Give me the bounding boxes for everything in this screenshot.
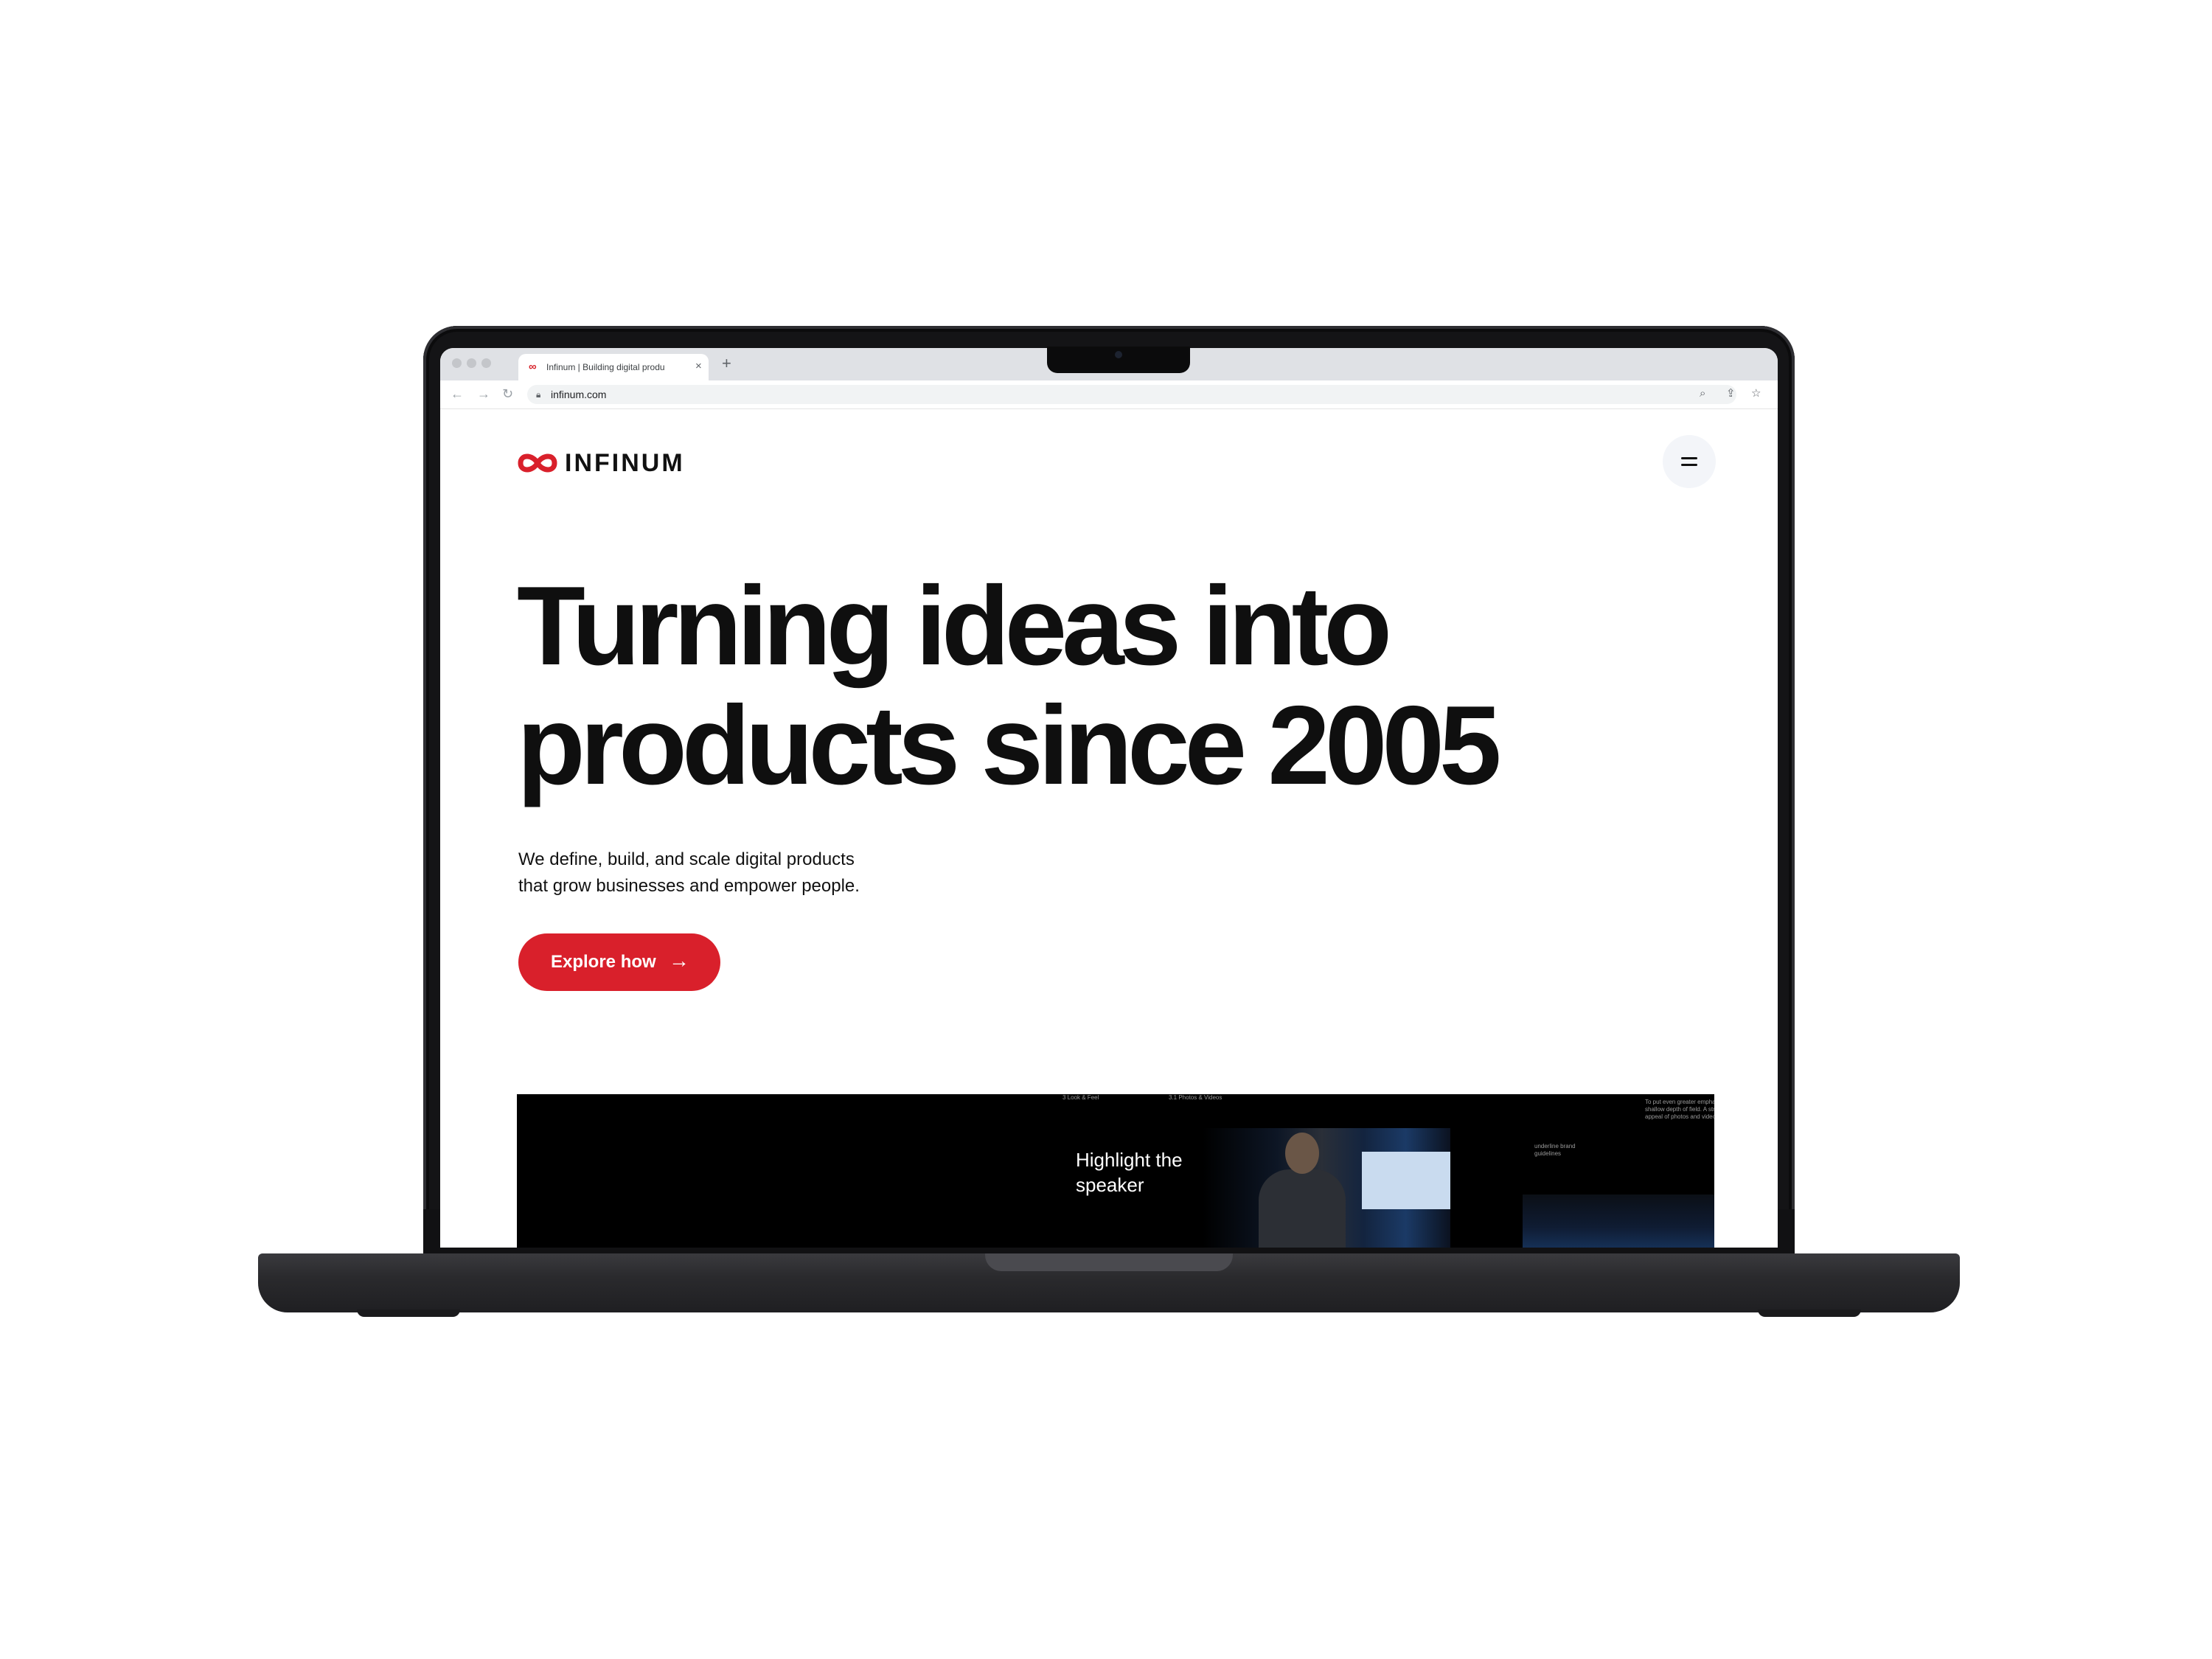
hero-subtitle-line-1: We define, build, and scale digital prod… [518,849,855,869]
reload-icon[interactable]: ↻ [502,386,513,401]
hero-title: Turning ideas into products since 2005 [517,566,1697,805]
logo-wordmark: INFINUM [565,449,685,477]
tab-close-icon[interactable]: × [695,360,702,373]
brand-note-2: guidelines [1534,1150,1562,1157]
infinity-logo-icon [518,453,557,473]
zoom-icon[interactable]: ⌕ [1700,386,1705,401]
browser-address-bar: ← → ↻ 🔒︎ infinum.com ⌕ ⇪ ☆ [440,380,1778,409]
url-text: infinum.com [551,389,607,400]
showcase-corner-note-2: shallow depth of field. A stronger [1645,1106,1714,1113]
explore-how-label: Explore how [551,952,656,972]
explore-how-button[interactable]: Explore how → [518,933,720,991]
laptop-opening-notch [985,1253,1233,1271]
showcase-label-look-feel: 3 Look & Feel [1062,1094,1099,1101]
arrow-right-icon: → [669,949,689,972]
camera-icon [1115,351,1122,358]
laptop-screen: ∞ Infinum | Building digital produ × + ←… [440,348,1778,1248]
brand-image-strip [1523,1194,1714,1248]
window-minimize-dot[interactable] [467,358,476,368]
laptop-foot-right [1758,1310,1861,1317]
infinum-favicon-icon: ∞ [529,361,537,373]
laptop-foot-left [357,1310,460,1317]
showcase-corner-note-3: appeal of photos and videos. [1645,1113,1714,1120]
share-icon[interactable]: ⇪ [1726,386,1736,401]
bookmark-star-icon[interactable]: ☆ [1751,386,1761,401]
presentation-screen [1362,1152,1450,1209]
tab-title: Infinum | Building digital produ [546,362,665,372]
hero-title-line-1: Turning ideas into [517,563,1392,689]
window-maximize-dot[interactable] [481,358,491,368]
speaker-figure [1259,1169,1346,1248]
forward-arrow-icon[interactable]: → [477,386,490,401]
showcase-label-photos-videos: 3.1 Photos & Videos [1169,1094,1222,1101]
hamburger-menu-icon [1681,457,1697,459]
browser-tab[interactable]: ∞ Infinum | Building digital produ × [518,354,709,380]
hero-subtitle: We define, build, and scale digital prod… [518,846,931,900]
showcase-corner-note-1: To put even greater emphasis on [1645,1099,1714,1105]
showcase-section: 3 Look & Feel 3.1 Photos & Videos To put… [517,1094,1714,1248]
brand-note-1: underline brand [1534,1143,1576,1150]
speaker-photo [1203,1128,1450,1248]
url-field[interactable]: 🔒︎ infinum.com [527,385,1736,404]
hero-title-line-2: products since 2005 [517,683,1502,808]
speaker-head [1285,1133,1319,1174]
window-close-dot[interactable] [452,358,462,368]
hero-subtitle-line-2: that grow businesses and empower people. [518,876,860,896]
back-arrow-icon[interactable]: ← [451,386,464,401]
new-tab-icon[interactable]: + [722,355,731,372]
menu-button[interactable] [1663,435,1716,488]
lock-icon: 🔒︎ [536,389,541,400]
hamburger-menu-icon-line [1681,464,1697,466]
showcase-heading: Highlight the speaker [1076,1149,1183,1196]
